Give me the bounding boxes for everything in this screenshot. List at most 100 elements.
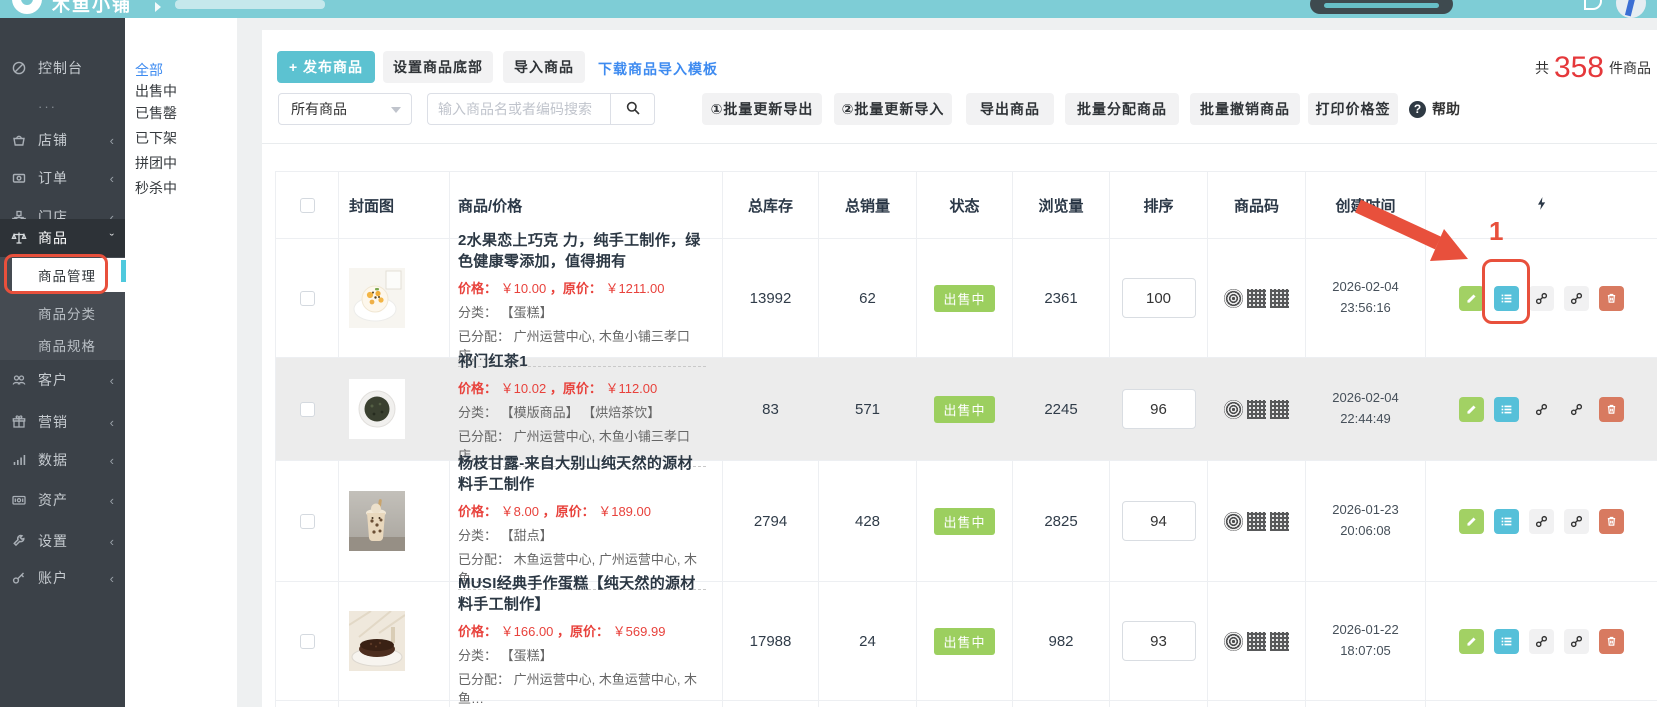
filter-all[interactable]: 全部	[135, 60, 163, 80]
import-products-button[interactable]: 导入商品	[503, 51, 585, 83]
qrcode-icon[interactable]	[1270, 289, 1289, 308]
link-button[interactable]	[1564, 397, 1589, 422]
sidebar-item-assets[interactable]: 资产 ‹	[0, 483, 125, 517]
sku-list-button[interactable]	[1494, 286, 1519, 311]
sidebar-item-settings[interactable]: 设置 ‹	[0, 524, 125, 558]
set-product-bottom-button[interactable]: 设置商品底部	[383, 51, 493, 83]
dashboard-icon	[11, 60, 27, 76]
chevron-down-icon: ˇ	[110, 231, 114, 246]
product-title[interactable]: 杨枝甘露-来自大别山纯天然的源材料手工制作	[458, 453, 706, 495]
delete-button[interactable]	[1599, 397, 1624, 422]
print-price-tag-button[interactable]: 打印价格签	[1308, 93, 1398, 125]
sidebar-ellipsis[interactable]: ···	[38, 99, 57, 114]
product-image[interactable]	[349, 611, 405, 671]
product-image[interactable]	[349, 491, 405, 551]
delete-button[interactable]	[1599, 629, 1624, 654]
created-time: 2026-01-2320:06:08	[1332, 500, 1399, 542]
delete-button[interactable]	[1599, 286, 1624, 311]
link-button[interactable]	[1529, 509, 1554, 534]
qrcode-icon[interactable]	[1270, 400, 1289, 419]
product-type-select[interactable]: 所有商品	[278, 93, 412, 125]
sku-list-button[interactable]	[1494, 629, 1519, 654]
main-content: + 发布商品 设置商品底部 导入商品 下载商品导入模板 共 358 件商品 所有…	[262, 30, 1657, 707]
product-title[interactable]: 2水果恋上巧克 力，纯手工制作，绿色健康零添加，值得拥有	[458, 230, 706, 272]
sort-input[interactable]	[1122, 501, 1196, 541]
status-badge: 出售中	[934, 285, 994, 312]
filter-off-shelf[interactable]: 已下架	[135, 128, 177, 148]
sidebar-item-marketing[interactable]: 营销 ‹	[0, 405, 125, 439]
product-codes	[1224, 632, 1289, 651]
brand-title: 木鱼小铺	[52, 0, 132, 17]
link-button[interactable]	[1564, 286, 1589, 311]
sidebar-item-dashboard[interactable]: 控制台	[0, 51, 125, 85]
search-button[interactable]	[610, 93, 655, 125]
search-input[interactable]	[427, 93, 610, 125]
link-button[interactable]	[1529, 286, 1554, 311]
status-badge: 出售中	[934, 628, 994, 655]
product-image[interactable]	[349, 379, 405, 439]
sidebar-item-customers[interactable]: 客户 ‹	[0, 363, 125, 397]
chevron-left-icon: ‹	[110, 571, 114, 586]
qrcode-icon[interactable]	[1247, 289, 1266, 308]
sort-input[interactable]	[1122, 621, 1196, 661]
sidebar-item-goods[interactable]: 商品 ˇ	[0, 221, 125, 255]
round-qrcode-icon[interactable]	[1224, 289, 1243, 308]
sidebar-item-goods-spec[interactable]: 商品规格	[38, 335, 96, 355]
qrcode-icon[interactable]	[1247, 632, 1266, 651]
sidebar-item-orders[interactable]: 订单 ‹	[0, 161, 125, 195]
filter-on-sale[interactable]: 出售中	[135, 81, 177, 101]
chevron-left-icon: ‹	[110, 171, 114, 186]
download-template-link[interactable]: 下载商品导入模板	[598, 59, 718, 79]
link-button[interactable]	[1564, 509, 1589, 534]
qrcode-icon[interactable]	[1270, 512, 1289, 531]
sidebar-item-shop[interactable]: 店铺 ‹	[0, 123, 125, 157]
sort-input[interactable]	[1122, 389, 1196, 429]
product-title[interactable]: MUSI经典手作蛋糕【纯天然的源材料手工制作】	[458, 573, 706, 615]
help-button[interactable]: ? 帮助	[1409, 93, 1460, 125]
batch-update-import-button[interactable]: ②批量更新导入	[834, 93, 952, 125]
delete-button[interactable]	[1599, 509, 1624, 534]
edit-button[interactable]	[1459, 286, 1484, 311]
sku-list-button[interactable]	[1494, 397, 1519, 422]
link-button[interactable]	[1564, 629, 1589, 654]
export-products-button[interactable]: 导出商品	[966, 93, 1054, 125]
sort-input[interactable]	[1122, 278, 1196, 318]
batch-update-export-button[interactable]: ①批量更新导出	[702, 93, 822, 125]
qrcode-icon[interactable]	[1247, 400, 1266, 419]
sidebar-item-account[interactable]: 账户 ‹	[0, 561, 125, 595]
round-qrcode-icon[interactable]	[1224, 632, 1243, 651]
round-qrcode-icon[interactable]	[1224, 400, 1243, 419]
filter-group-buy[interactable]: 拼团中	[135, 153, 177, 173]
row-checkbox[interactable]	[300, 291, 315, 306]
topbar-shop-text	[175, 0, 325, 9]
batch-assign-button[interactable]: 批量分配商品	[1065, 93, 1179, 125]
product-image[interactable]	[349, 268, 405, 328]
filter-flash-sale[interactable]: 秒杀中	[135, 178, 177, 198]
row-checkbox[interactable]	[300, 634, 315, 649]
link-button[interactable]	[1529, 397, 1554, 422]
select-all-checkbox[interactable]	[300, 198, 315, 213]
batch-revoke-button[interactable]: 批量撤销商品	[1190, 93, 1300, 125]
qrcode-icon[interactable]	[1270, 632, 1289, 651]
stock-value: 13992	[750, 290, 792, 307]
avatar[interactable]	[1616, 0, 1646, 18]
row-checkbox[interactable]	[300, 514, 315, 529]
qrcode-icon[interactable]	[1247, 512, 1266, 531]
edit-button[interactable]	[1459, 509, 1484, 534]
bell-icon[interactable]	[1584, 0, 1602, 10]
product-title[interactable]: 祁门红茶1	[458, 351, 706, 372]
round-qrcode-icon[interactable]	[1224, 512, 1243, 531]
edit-button[interactable]	[1459, 629, 1484, 654]
link-button[interactable]	[1529, 629, 1554, 654]
sidebar-item-data[interactable]: 数据 ‹	[0, 443, 125, 477]
filter-sold-out[interactable]: 已售罄	[135, 103, 177, 123]
topbar-plan-pill[interactable]	[1310, 0, 1453, 14]
row-checkbox[interactable]	[300, 402, 315, 417]
publish-product-button[interactable]: + 发布商品	[277, 51, 375, 83]
chevron-left-icon: ‹	[110, 534, 114, 549]
sales-value: 24	[859, 633, 876, 650]
sidebar-item-goods-manage[interactable]: 商品管理	[12, 258, 125, 292]
sku-list-button[interactable]	[1494, 509, 1519, 534]
sidebar-item-goods-category[interactable]: 商品分类	[38, 303, 96, 323]
edit-button[interactable]	[1459, 397, 1484, 422]
